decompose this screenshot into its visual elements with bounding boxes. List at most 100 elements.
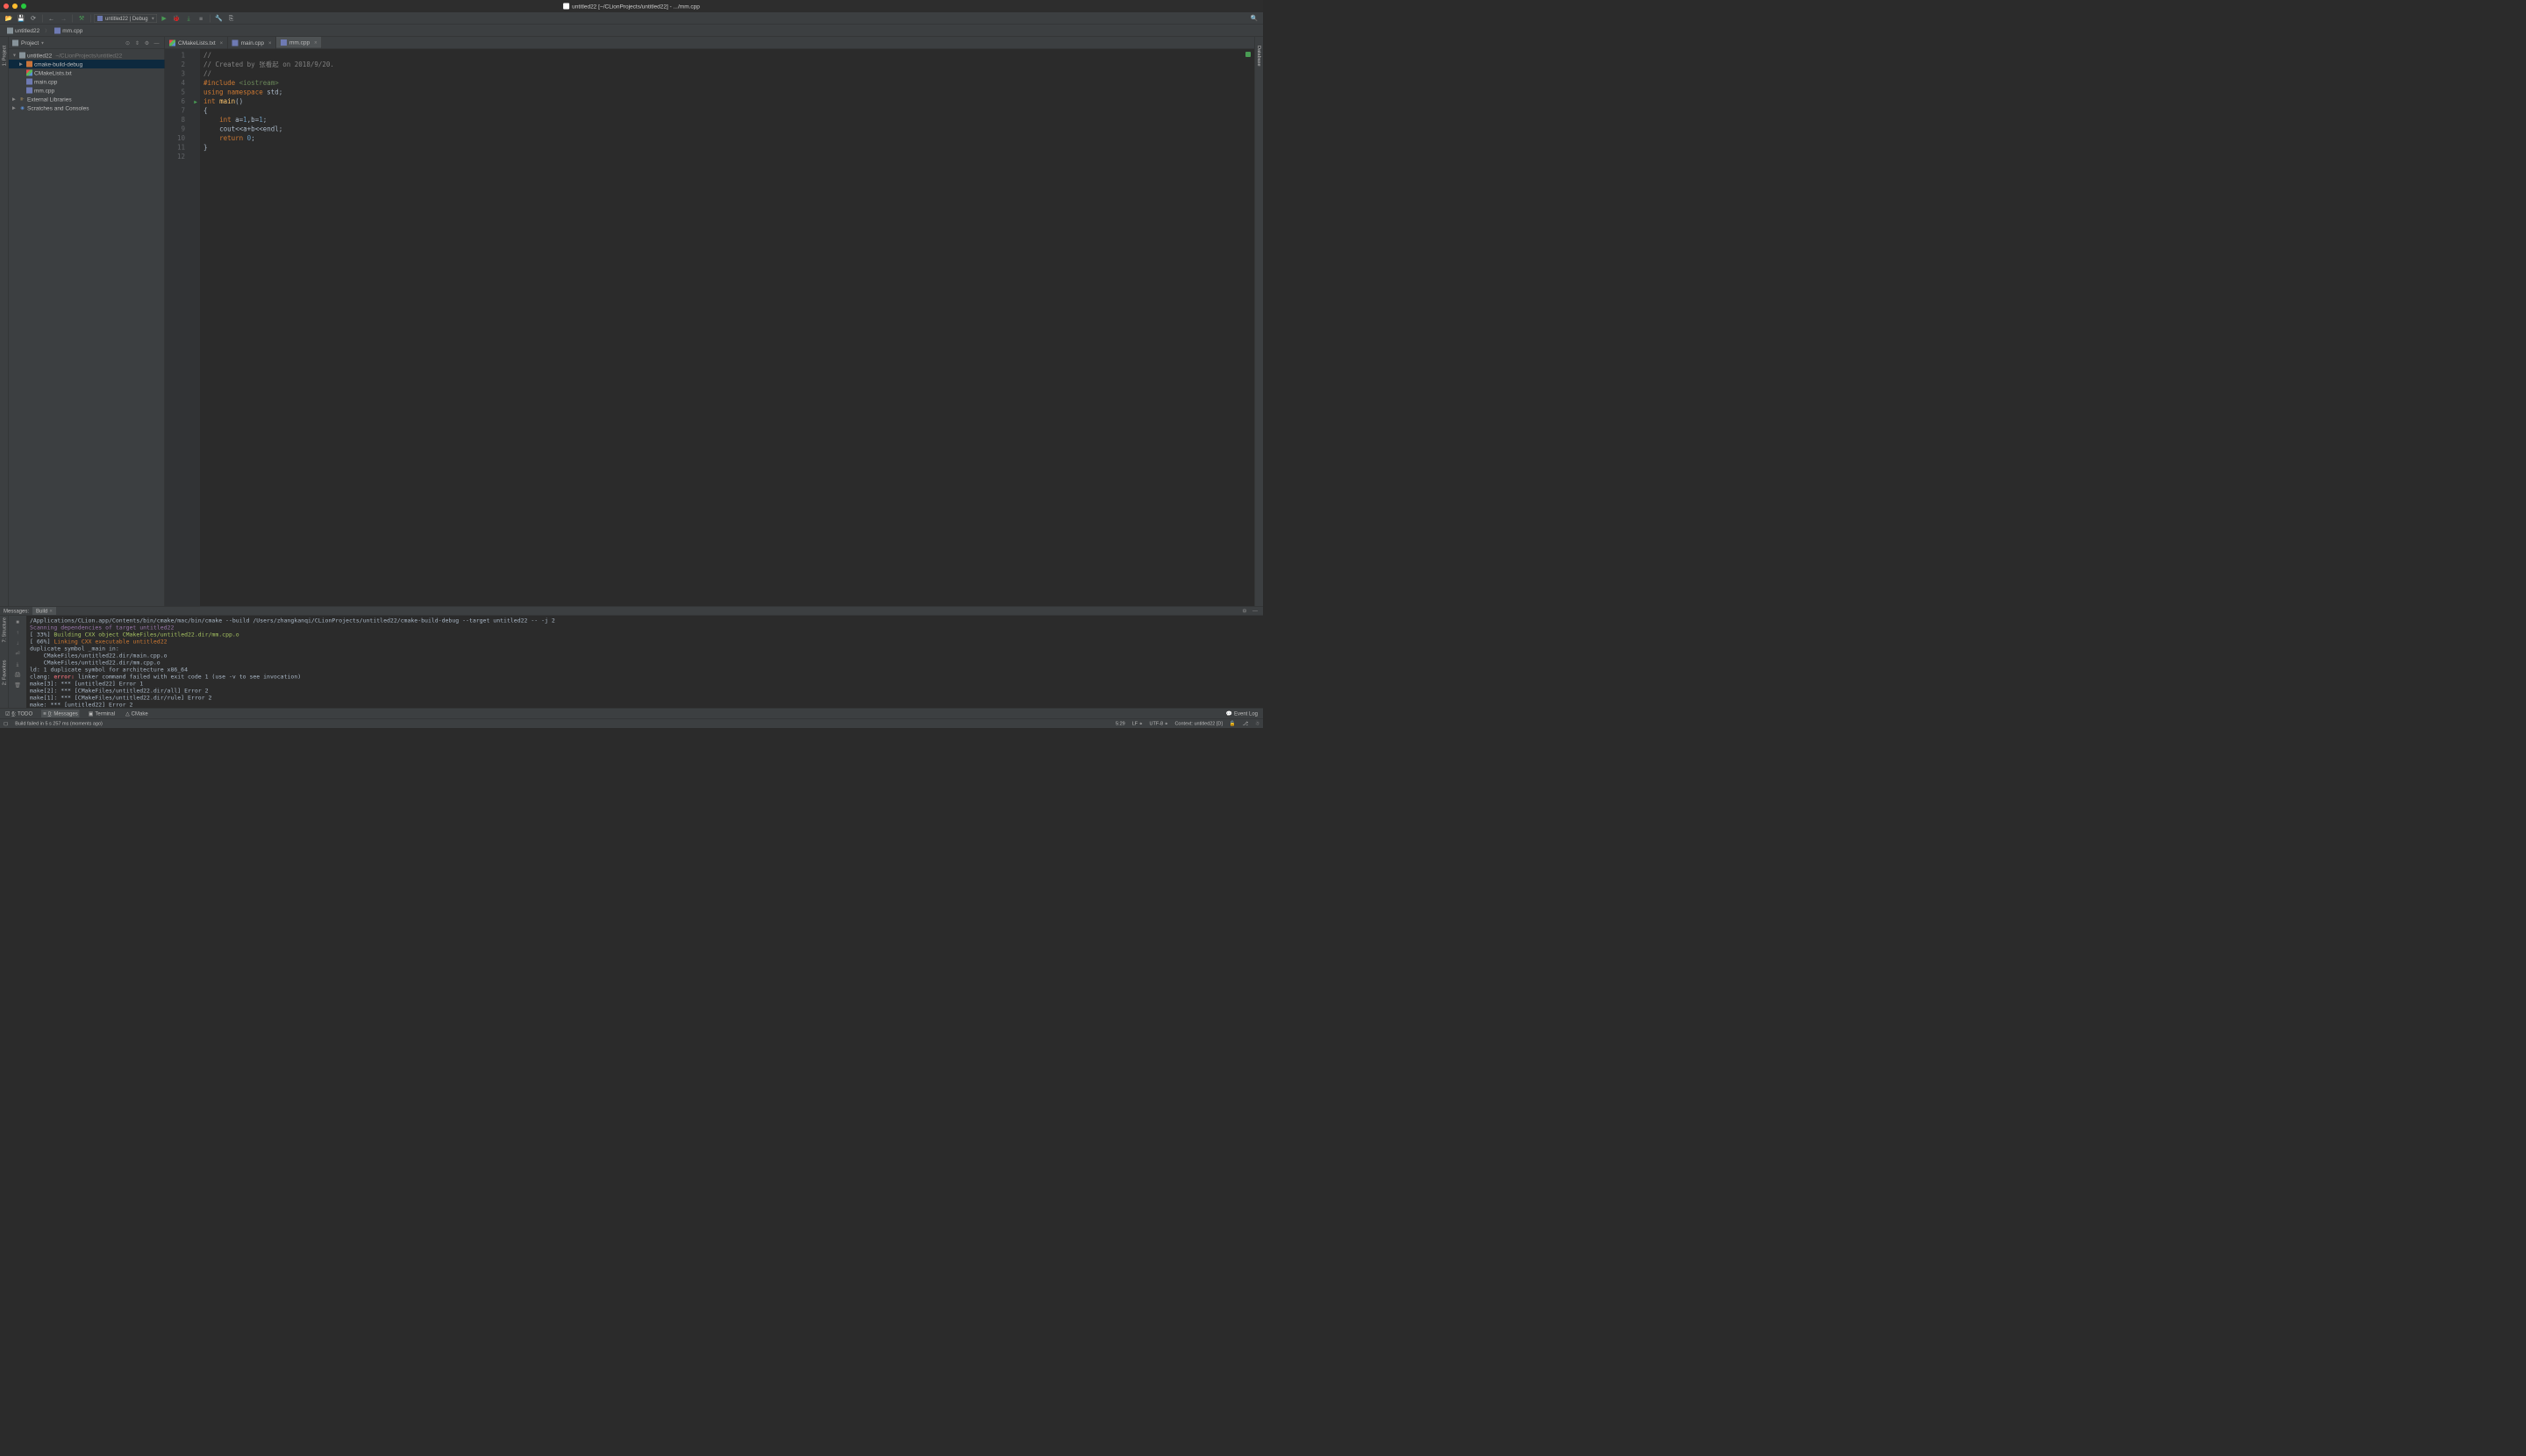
messages-tab-build[interactable]: Build × bbox=[32, 607, 56, 615]
close-icon[interactable]: × bbox=[220, 39, 224, 46]
gear-icon[interactable]: ⚙ bbox=[1240, 607, 1249, 616]
inspection-status-icon[interactable] bbox=[1245, 52, 1251, 57]
editor-tab[interactable]: CMakeLists.txt × bbox=[165, 37, 228, 49]
rail-project-tab[interactable]: 1: Project bbox=[2, 46, 7, 66]
open-icon[interactable]: 📂 bbox=[4, 13, 14, 24]
wrench-icon[interactable]: 🔧 bbox=[214, 13, 225, 24]
tab-messages[interactable]: ≡ 0: Messages bbox=[41, 710, 80, 717]
cpp-icon bbox=[232, 39, 239, 46]
encoding[interactable]: UTF-8 ≑ bbox=[1150, 721, 1168, 726]
stop-icon[interactable]: ■ bbox=[196, 13, 206, 24]
rail-favorites-tab[interactable]: 2: Favorites bbox=[2, 660, 7, 685]
tree-scratches[interactable]: ▶ ◉ Scratches and Consoles bbox=[9, 103, 165, 112]
console-output[interactable]: /Applications/CLion.app/Contents/bin/cma… bbox=[26, 616, 1263, 710]
tree-item-file[interactable]: CMakeLists.txt bbox=[9, 68, 165, 77]
update-icon[interactable]: ⎘ bbox=[226, 13, 237, 24]
tree-item-folder[interactable]: ▶ cmake-build-debug bbox=[9, 60, 165, 68]
panel-title[interactable]: Project ▼ bbox=[21, 39, 121, 46]
messages-header: Messages: Build × ⚙ — bbox=[0, 607, 1263, 617]
clear-icon[interactable]: 🗑 bbox=[13, 681, 22, 689]
hammer-build-icon[interactable]: ⚒ bbox=[76, 13, 87, 24]
rail-structure-tab[interactable]: 7: Structure bbox=[2, 617, 7, 642]
titlebar: untitled22 [~/CLionProjects/untitled22] … bbox=[0, 0, 1263, 12]
cpp-icon bbox=[281, 39, 287, 46]
code-area[interactable]: //// Created by 张看起 on 2018/9/20.//#incl… bbox=[200, 49, 1254, 606]
breadcrumb-item[interactable]: mm.cpp bbox=[51, 26, 86, 35]
git-icon[interactable]: ⎇ bbox=[1243, 721, 1248, 727]
debug-icon[interactable]: 🐞 bbox=[171, 13, 182, 24]
wrap-icon[interactable]: ⏎ bbox=[13, 649, 22, 658]
hide-icon[interactable]: — bbox=[153, 39, 161, 47]
todo-icon: ☑ bbox=[5, 710, 10, 717]
traffic-lights bbox=[4, 4, 26, 9]
chevron-right-icon: ▶ bbox=[19, 61, 25, 67]
run-config-select[interactable]: untitled22 | Debug ▼ bbox=[95, 14, 158, 23]
breadcrumb-item[interactable]: untitled22 bbox=[4, 26, 43, 35]
context[interactable]: Context: untitled22 [D] bbox=[1174, 721, 1222, 726]
back-icon[interactable]: ← bbox=[46, 13, 57, 24]
gutter-icons: ▶ bbox=[191, 49, 200, 606]
messages-panel: Messages: Build × ⚙ — 7: Structure 2: Fa… bbox=[0, 606, 1263, 708]
bottom-tool-tabs: ☑ 6: TODO ≡ 0: Messages ▣ Terminal △ CMa… bbox=[0, 708, 1263, 718]
close-icon[interactable]: × bbox=[314, 39, 318, 46]
folder-icon bbox=[12, 39, 18, 46]
scroll-icon[interactable]: ⤓ bbox=[13, 660, 22, 668]
tree-path: ~/CLionProjects/untitled22 bbox=[55, 52, 122, 59]
search-icon[interactable]: 🔍 bbox=[1249, 13, 1259, 24]
tree-item-file[interactable]: main.cpp bbox=[9, 77, 165, 86]
tree-label: mm.cpp bbox=[34, 87, 54, 94]
window-title-text: untitled22 [~/CLionProjects/untitled22] … bbox=[572, 3, 700, 10]
maximize-button[interactable] bbox=[21, 4, 26, 9]
terminal-icon: ▣ bbox=[89, 710, 94, 717]
editor-tab[interactable]: main.cpp × bbox=[228, 37, 276, 49]
rail-database-tab[interactable]: Database bbox=[1256, 46, 1261, 67]
tab-event-log[interactable]: 💬 Event Log bbox=[1224, 710, 1260, 717]
collapse-icon[interactable]: ⇕ bbox=[133, 39, 142, 47]
locate-icon[interactable]: ⊙ bbox=[124, 39, 132, 47]
tree-label: main.cpp bbox=[34, 78, 57, 85]
editor-body[interactable]: 123456789101112 ▶ //// Created by 张看起 on… bbox=[165, 49, 1254, 606]
refresh-icon[interactable]: ⟳ bbox=[28, 13, 39, 24]
minimize-button[interactable] bbox=[12, 4, 18, 9]
tab-label: CMakeLists.txt bbox=[178, 39, 216, 46]
breadcrumb-label: untitled22 bbox=[15, 27, 39, 34]
cpp-icon bbox=[54, 27, 61, 33]
tab-terminal[interactable]: ▣ Terminal bbox=[87, 710, 117, 717]
stop-icon[interactable]: ■ bbox=[13, 617, 22, 626]
messages-title: Messages: bbox=[4, 608, 29, 614]
project-panel: Project ▼ ⊙ ⇕ ⚙ — ▼ untitled22 ~/CLionPr… bbox=[9, 37, 165, 606]
quickdoc-icon[interactable]: ▢ bbox=[4, 721, 8, 727]
close-icon[interactable]: × bbox=[49, 608, 53, 614]
close-button[interactable] bbox=[4, 4, 9, 9]
tree-label: External Libraries bbox=[27, 96, 72, 103]
editor-tab-active[interactable]: mm.cpp × bbox=[276, 37, 322, 49]
eventlog-icon: 💬 bbox=[1226, 710, 1232, 717]
save-icon[interactable]: 💾 bbox=[16, 13, 26, 24]
chevron-down-icon: ▼ bbox=[40, 40, 44, 45]
print-icon[interactable]: 🖨 bbox=[13, 670, 22, 679]
messages-toolbar: ■ ↑ ↓ ⏎ ⤓ 🖨 🗑 bbox=[9, 616, 26, 710]
tab-cmake[interactable]: △ CMake bbox=[124, 710, 150, 717]
scratch-icon: ◉ bbox=[19, 105, 25, 111]
tree-root[interactable]: ▼ untitled22 ~/CLionProjects/untitled22 bbox=[9, 51, 165, 60]
gear-icon[interactable]: ⚙ bbox=[143, 39, 152, 47]
tab-todo[interactable]: ☑ 6: TODO bbox=[4, 710, 34, 717]
cursor-position[interactable]: 5:29 bbox=[1116, 721, 1125, 726]
tree-item-file[interactable]: mm.cpp bbox=[9, 86, 165, 95]
close-icon[interactable]: × bbox=[268, 39, 272, 46]
lock-icon[interactable]: 🔓 bbox=[1230, 721, 1236, 727]
forward-icon[interactable]: → bbox=[59, 13, 69, 24]
tree-external-libraries[interactable]: ▶ ⊪ External Libraries bbox=[9, 95, 165, 103]
cpp-icon bbox=[26, 79, 32, 85]
hide-icon[interactable]: — bbox=[1251, 607, 1259, 616]
left-tool-rail: 1: Project bbox=[0, 37, 9, 606]
config-icon bbox=[97, 16, 103, 21]
down-icon[interactable]: ↓ bbox=[13, 639, 22, 647]
hector-icon[interactable]: ☃ bbox=[1255, 721, 1259, 727]
attach-icon[interactable]: ⤓ bbox=[183, 13, 194, 24]
line-separator[interactable]: LF ≑ bbox=[1132, 721, 1143, 726]
tree-label: Scratches and Consoles bbox=[27, 104, 89, 111]
up-icon[interactable]: ↑ bbox=[13, 628, 22, 637]
separator bbox=[42, 14, 43, 22]
run-icon[interactable]: ▶ bbox=[159, 13, 169, 24]
